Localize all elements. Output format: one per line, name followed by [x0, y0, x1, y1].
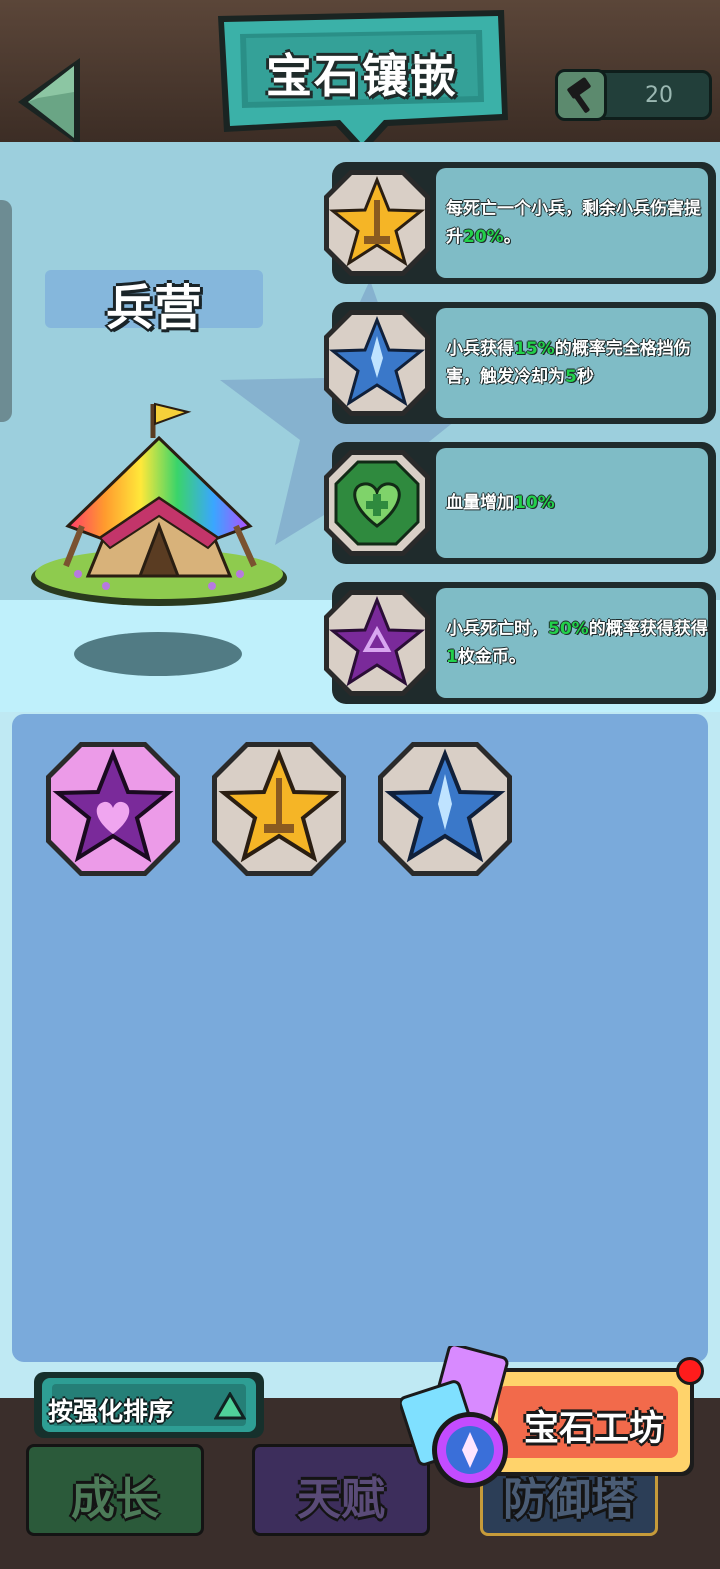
- sort-triangle-up-icon: [214, 1392, 246, 1420]
- inventory-slot-purple-fang-heart-star-gem-icon[interactable]: [42, 738, 184, 880]
- effect-value: 20%: [463, 227, 504, 247]
- inventory-slot-blue-ice-star-gem-icon[interactable]: [374, 738, 516, 880]
- effect-text-2: 小兵获得15%的概率完全格挡伤害，触发冷却为5秒: [446, 302, 714, 424]
- tab-growth[interactable]: 成长: [26, 1444, 204, 1536]
- effect-text-4: 小兵死亡时，50%的概率获得获得 1枚金币。: [446, 582, 714, 704]
- barracks-tent-icon: [31, 402, 287, 606]
- gem-cards-icon: [400, 1346, 509, 1488]
- notification-badge: [676, 1357, 704, 1385]
- back-arrow-icon[interactable]: [8, 52, 88, 152]
- effect-text-part: 血量增加: [446, 493, 514, 513]
- sort-button-label: 按强化排序: [48, 1397, 174, 1426]
- tab-growth-label: 成长: [71, 1474, 159, 1525]
- effect-row-4: 小兵死亡时，50%的概率获得获得 1枚金币。: [320, 582, 716, 704]
- inventory-slot-gold-sword-star-gem-icon[interactable]: [208, 738, 350, 880]
- effect-row-3: 血量增加10%: [320, 442, 716, 564]
- effect-row-1: 每死亡一个小兵，剩余小兵伤害提升20%。: [320, 162, 716, 284]
- building-shadow: [74, 632, 242, 676]
- effect-text-part: 。: [503, 227, 521, 247]
- effect-text-part: 秒: [576, 367, 594, 387]
- effect-text-part: 的概率获得获得: [588, 619, 708, 639]
- effect-text-3: 血量增加10%: [446, 442, 714, 564]
- effect-value: 10%: [514, 493, 555, 513]
- effect-text-part: 枚金币。: [457, 647, 526, 667]
- hammer-count: 20: [645, 83, 673, 108]
- blue-ice-star-gem-icon[interactable]: [320, 306, 434, 420]
- purple-recycle-star-gem-icon[interactable]: [320, 586, 434, 700]
- gold-sword-star-gem-icon[interactable]: [320, 166, 434, 280]
- effect-value: 15%: [514, 339, 555, 359]
- effect-value: 1: [446, 647, 458, 667]
- effect-value: 5: [565, 367, 577, 387]
- page-title: 宝石镶嵌: [266, 49, 458, 103]
- building-name: 兵营: [105, 280, 202, 336]
- effect-text-1: 每死亡一个小兵，剩余小兵伤害提升20%。: [446, 162, 714, 284]
- effect-value: 50%: [548, 619, 589, 639]
- hammer-icon: [555, 69, 607, 121]
- hammer-counter: 20: [555, 69, 712, 121]
- effect-text-part: 小兵获得: [446, 339, 514, 359]
- green-heart-gem-icon[interactable]: [320, 446, 434, 560]
- effect-text-part: 小兵死亡时，: [446, 619, 548, 639]
- side-drawer-handle[interactable]: [0, 200, 12, 422]
- gem-workshop-label: 宝石工坊: [523, 1409, 664, 1449]
- effect-row-2: 小兵获得15%的概率完全格挡伤害，触发冷却为5秒: [320, 302, 716, 424]
